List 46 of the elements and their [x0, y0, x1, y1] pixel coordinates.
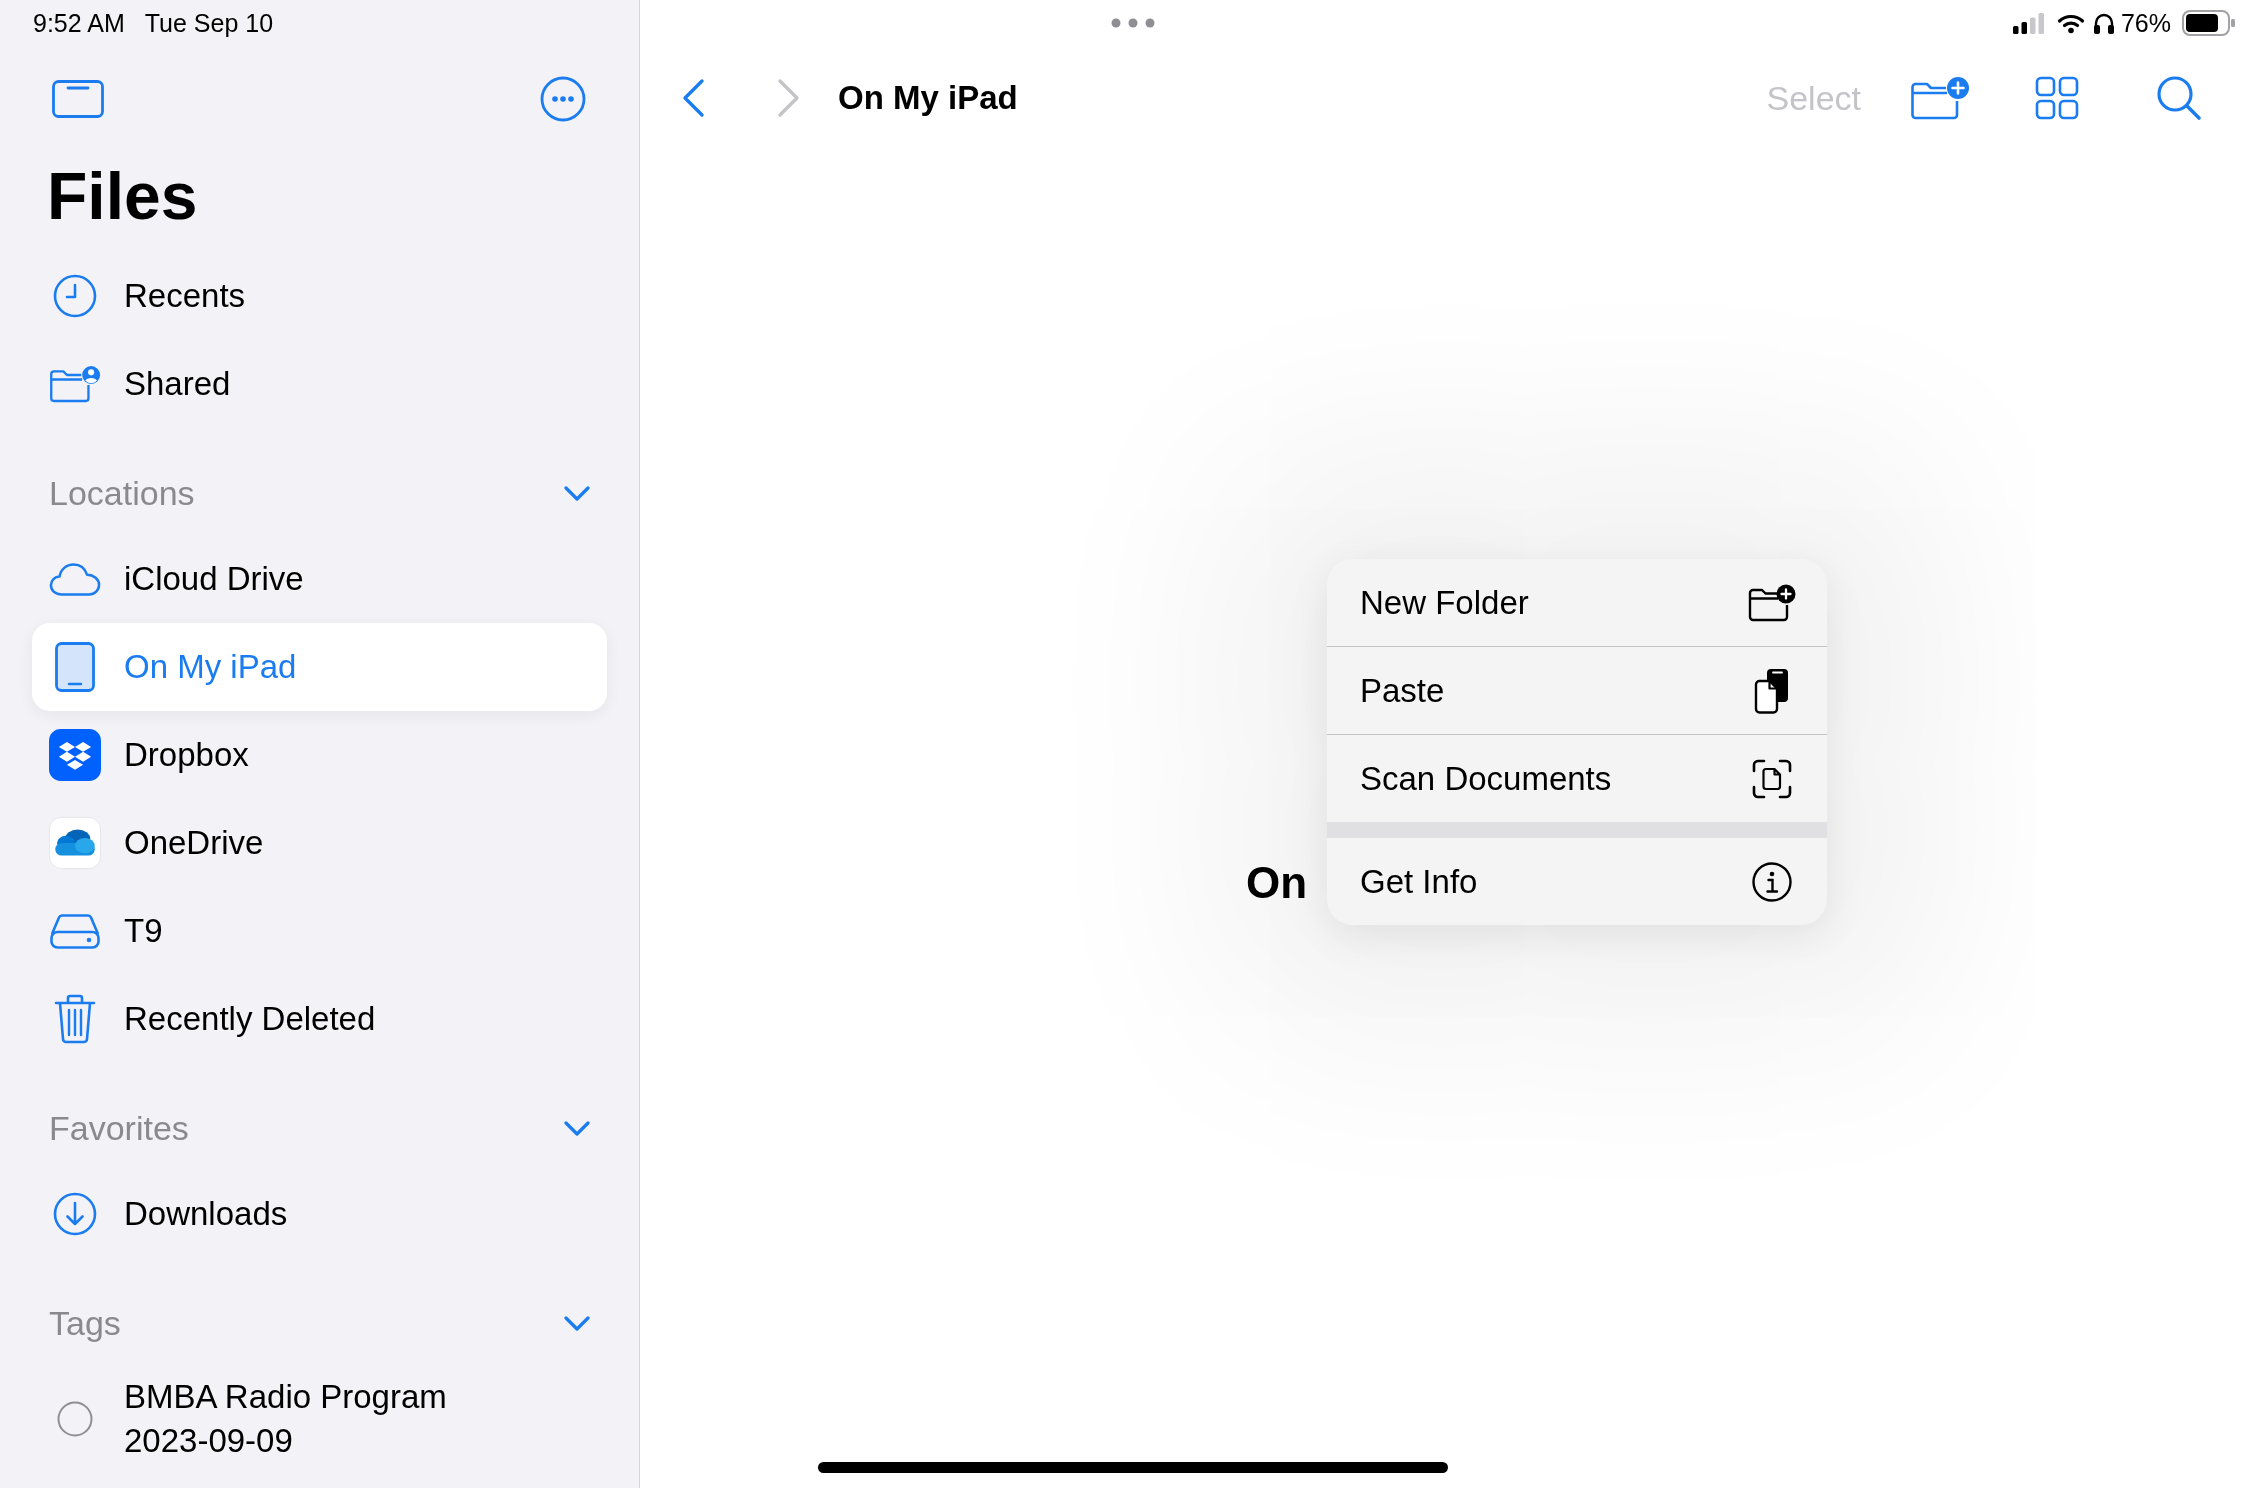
signal-icon	[2012, 12, 2045, 34]
toolbar-title: On My iPad	[838, 78, 1018, 118]
clock-icon	[53, 274, 97, 318]
new-folder-icon[interactable]	[1910, 76, 1970, 120]
menu-item[interactable]: Paste	[1327, 646, 1827, 734]
documents-icon	[1754, 667, 1790, 714]
menu-item[interactable]: Get Info	[1327, 838, 1827, 925]
menu-item[interactable]: New Folder	[1327, 559, 1827, 646]
section-header: Favorites	[49, 1108, 189, 1149]
tablet-icon	[55, 642, 95, 692]
wifi-icon	[2056, 12, 2085, 34]
dropbox-icon	[49, 726, 101, 784]
cloud-icon	[49, 560, 101, 598]
sidebar-icon[interactable]	[52, 80, 104, 118]
grid-icon[interactable]	[2035, 76, 2079, 120]
tag-circle-icon	[57, 1401, 93, 1437]
trash-icon	[54, 994, 96, 1044]
new-folder-icon	[1748, 583, 1796, 622]
three-dots-icon[interactable]	[1111, 18, 1155, 28]
status-time: 9:52 AM	[33, 8, 125, 38]
sidebar-item[interactable]: Downloads	[32, 1170, 607, 1258]
section-header: Locations	[49, 473, 195, 514]
section-header: Tags	[49, 1303, 121, 1344]
shared-folder-icon	[49, 363, 101, 405]
sidebar-item[interactable]: OneDrive	[32, 799, 607, 887]
info-icon	[1752, 861, 1792, 902]
search-icon[interactable]	[2156, 75, 2202, 121]
battery-percentage: 76%	[2120, 8, 2171, 38]
battery-icon	[2182, 10, 2236, 36]
document-scan-icon	[1752, 758, 1792, 799]
sidebar-item[interactable]: Recently Deleted	[32, 975, 607, 1063]
sidebar-item[interactable]: Dropbox	[32, 711, 607, 799]
headphones-icon	[2092, 11, 2115, 35]
drive-icon	[49, 912, 101, 950]
sidebar-title: Files	[46, 158, 199, 235]
download-icon	[53, 1192, 97, 1236]
sidebar-item[interactable]: T9	[32, 887, 607, 975]
status-date: Tue Sep 10	[144, 8, 274, 38]
sidebar-item[interactable]: iCloud Drive	[32, 535, 607, 623]
more-icon[interactable]	[540, 76, 586, 122]
cloud-app-icon	[49, 814, 101, 872]
empty-state-title: On	[1246, 858, 1308, 907]
sidebar-item[interactable]: On My iPad	[32, 623, 607, 711]
sidebar-item[interactable]: Recents	[32, 252, 607, 340]
sidebar-item[interactable]: BMBA Radio Program 2023-09-09	[32, 1365, 607, 1469]
sidebar-item[interactable]: Shared	[32, 340, 607, 428]
